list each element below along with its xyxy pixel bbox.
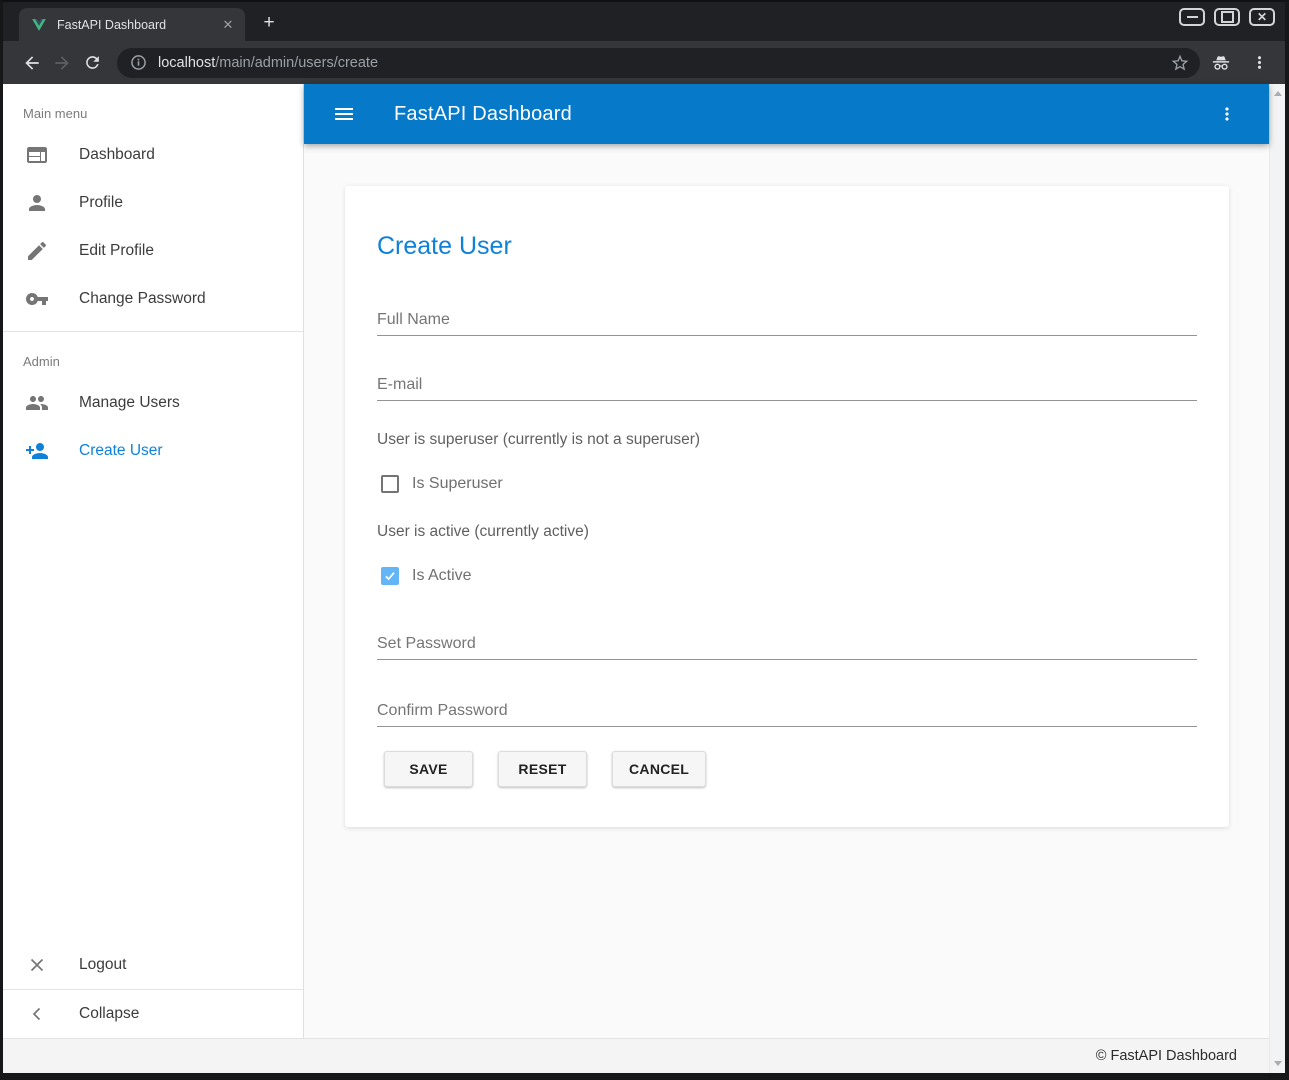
reset-button[interactable]: RESET	[498, 751, 587, 787]
hamburger-menu-button[interactable]	[326, 96, 362, 132]
active-note: User is active (currently active)	[377, 523, 1197, 541]
person-icon	[25, 191, 49, 215]
sidebar-item-label: Change Password	[79, 290, 206, 308]
full-name-field-wrap	[377, 311, 1197, 336]
sidebar-item-change-password[interactable]: Change Password	[3, 275, 303, 323]
sidebar-item-label: Manage Users	[79, 394, 180, 412]
is-superuser-checkbox[interactable]	[381, 475, 399, 493]
superuser-note: User is superuser (currently is not a su…	[377, 431, 1197, 449]
appbar-menu-button[interactable]	[1209, 96, 1245, 132]
sidebar-item-logout[interactable]: Logout	[3, 941, 303, 989]
new-tab-button[interactable]: +	[255, 9, 283, 37]
url-path: /main/admin/users/create	[215, 55, 378, 71]
browser-window: FastAPI Dashboard ✕ + ✕	[0, 0, 1289, 1080]
sidebar-item-profile[interactable]: Profile	[3, 179, 303, 227]
sidebar-section-main-menu: Main menu	[3, 84, 303, 131]
logout-x-icon	[25, 953, 49, 977]
scroll-up-arrow-icon[interactable]	[1274, 91, 1282, 96]
vue-favicon-icon	[31, 17, 47, 33]
save-button[interactable]: SAVE	[384, 751, 473, 787]
minimize-button[interactable]	[1179, 8, 1205, 26]
sidebar-item-label: Profile	[79, 194, 123, 212]
bookmark-star-icon[interactable]	[1170, 53, 1190, 73]
maximize-button[interactable]	[1214, 8, 1240, 26]
is-superuser-label: Is Superuser	[412, 475, 503, 493]
is-active-checkbox[interactable]	[381, 567, 399, 585]
reload-button[interactable]	[77, 48, 107, 78]
app-title: FastAPI Dashboard	[394, 103, 572, 126]
scroll-down-arrow-icon[interactable]	[1274, 1061, 1282, 1066]
site-info-icon[interactable]	[130, 54, 147, 71]
sidebar-item-label: Logout	[79, 956, 126, 974]
sidebar-item-label: Dashboard	[79, 146, 155, 164]
scrollbar[interactable]	[1269, 84, 1285, 1073]
toolbar-right	[1210, 52, 1273, 74]
incognito-icon	[1210, 52, 1232, 74]
is-superuser-row: Is Superuser	[381, 475, 1197, 493]
confirm-password-input[interactable]	[377, 702, 1197, 720]
sidebar-section-admin: Admin	[3, 332, 303, 379]
forward-button[interactable]	[47, 48, 77, 78]
form-actions: SAVE RESET CANCEL	[384, 751, 1197, 787]
forward-arrow-icon	[52, 53, 72, 73]
is-active-label: Is Active	[412, 567, 472, 585]
sidebar-item-dashboard[interactable]: Dashboard	[3, 131, 303, 179]
pencil-icon	[25, 239, 49, 263]
chevron-left-icon	[25, 1002, 49, 1026]
key-icon	[25, 287, 49, 311]
sidebar-item-manage-users[interactable]: Manage Users	[3, 379, 303, 427]
page-viewport: Main menu Dashboard Profile	[3, 84, 1285, 1073]
close-window-button[interactable]: ✕	[1249, 8, 1275, 26]
tab-close-icon[interactable]: ✕	[219, 16, 237, 34]
reload-icon	[83, 53, 102, 72]
url-host: localhost	[158, 55, 215, 71]
browser-menu-icon[interactable]	[1250, 53, 1269, 72]
address-bar[interactable]: localhost/main/admin/users/create	[117, 48, 1200, 78]
cancel-button[interactable]: CANCEL	[612, 751, 706, 787]
hamburger-icon	[332, 102, 356, 126]
copyright-text: © FastAPI Dashboard	[1096, 1048, 1237, 1064]
confirm-password-field-wrap	[377, 702, 1197, 727]
back-arrow-icon	[22, 53, 42, 73]
set-password-input[interactable]	[377, 635, 1197, 653]
browser-toolbar: localhost/main/admin/users/create	[3, 41, 1285, 84]
dashboard-icon	[25, 143, 49, 167]
sidebar-item-label: Collapse	[79, 1005, 139, 1023]
person-add-icon	[25, 439, 49, 463]
content-area: Create User User is superuser (currently…	[304, 144, 1269, 1038]
url-text[interactable]: localhost/main/admin/users/create	[158, 55, 1170, 71]
check-icon	[383, 569, 397, 583]
window-controls: ✕	[1179, 8, 1275, 26]
sidebar-item-label: Create User	[79, 442, 163, 460]
sidebar-item-edit-profile[interactable]: Edit Profile	[3, 227, 303, 275]
sidebar-spacer	[3, 475, 303, 941]
people-icon	[25, 391, 49, 415]
email-field-wrap	[377, 376, 1197, 401]
create-user-card: Create User User is superuser (currently…	[345, 186, 1229, 827]
sidebar: Main menu Dashboard Profile	[3, 84, 304, 1038]
tab-strip: FastAPI Dashboard ✕ + ✕	[3, 2, 1285, 41]
page-title: Create User	[377, 232, 1197, 261]
app-bar: FastAPI Dashboard	[304, 84, 1269, 144]
is-active-row: Is Active	[381, 567, 1197, 585]
browser-tab[interactable]: FastAPI Dashboard ✕	[19, 8, 245, 41]
back-button[interactable]	[17, 48, 47, 78]
more-vert-icon	[1217, 104, 1237, 124]
email-input[interactable]	[377, 376, 1197, 394]
page-footer: © FastAPI Dashboard	[3, 1038, 1269, 1073]
sidebar-item-collapse[interactable]: Collapse	[3, 990, 303, 1038]
tab-title: FastAPI Dashboard	[57, 18, 219, 32]
sidebar-item-label: Edit Profile	[79, 242, 154, 260]
set-password-field-wrap	[377, 635, 1197, 660]
full-name-input[interactable]	[377, 311, 1197, 329]
sidebar-item-create-user[interactable]: Create User	[3, 427, 303, 475]
